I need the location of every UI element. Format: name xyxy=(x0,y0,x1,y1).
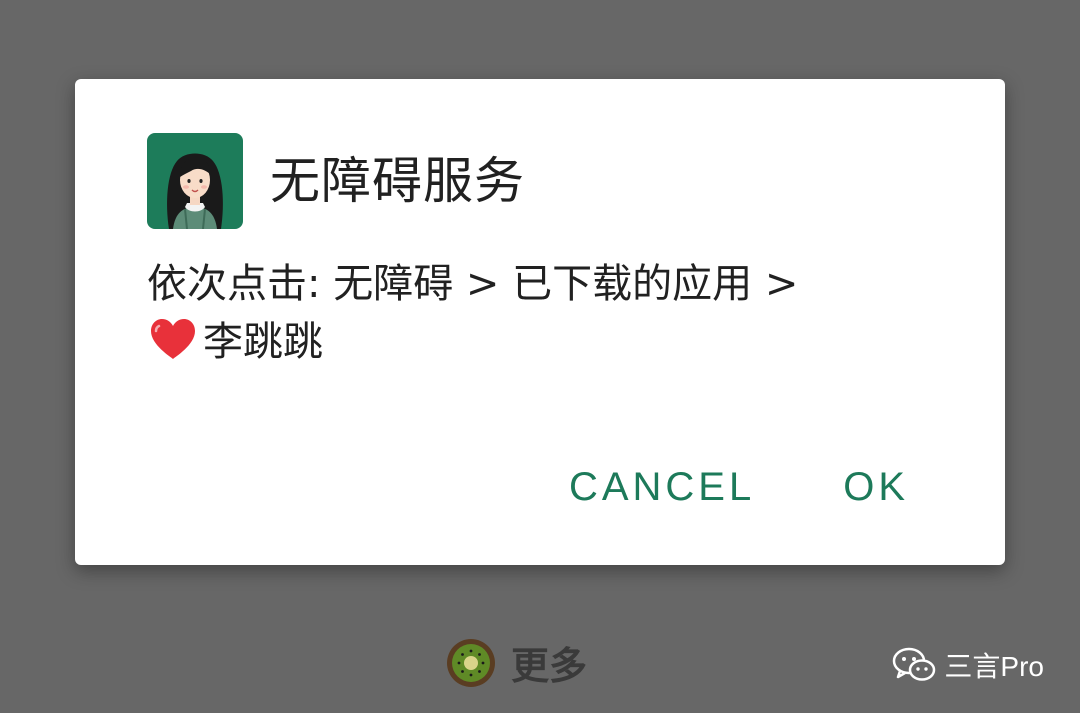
message-line-2-row: 李跳跳 xyxy=(147,313,927,371)
watermark-label: 三言Pro xyxy=(944,651,1044,682)
girl-avatar-icon xyxy=(147,133,243,229)
accessibility-dialog: 无障碍服务 依次点击: 无障碍 > 已下载的应用 > 李跳跳 CANCEL OK xyxy=(75,79,1005,565)
wechat-icon xyxy=(893,647,936,681)
message-line-1: 依次点击: 无障碍 > 已下载的应用 > xyxy=(147,261,799,307)
red-heart-icon xyxy=(151,319,195,359)
more-label: 更多 xyxy=(511,644,588,688)
ok-button[interactable]: OK xyxy=(843,467,909,507)
cancel-button[interactable]: CANCEL xyxy=(569,467,755,507)
dialog-actions: CANCEL OK xyxy=(569,467,909,507)
dialog-title: 无障碍服务 xyxy=(270,152,525,210)
watermark: 三言Pro xyxy=(892,645,1044,685)
screen: 无障碍服务 依次点击: 无障碍 > 已下载的应用 > 李跳跳 CANCEL OK xyxy=(0,0,1080,713)
message-line-2: 李跳跳 xyxy=(203,319,323,365)
more-link[interactable]: 更多 xyxy=(445,635,587,690)
dialog-message: 依次点击: 无障碍 > 已下载的应用 > 李跳跳 xyxy=(147,255,927,371)
kiwi-icon xyxy=(447,638,495,687)
dialog-header: 无障碍服务 xyxy=(147,133,525,229)
